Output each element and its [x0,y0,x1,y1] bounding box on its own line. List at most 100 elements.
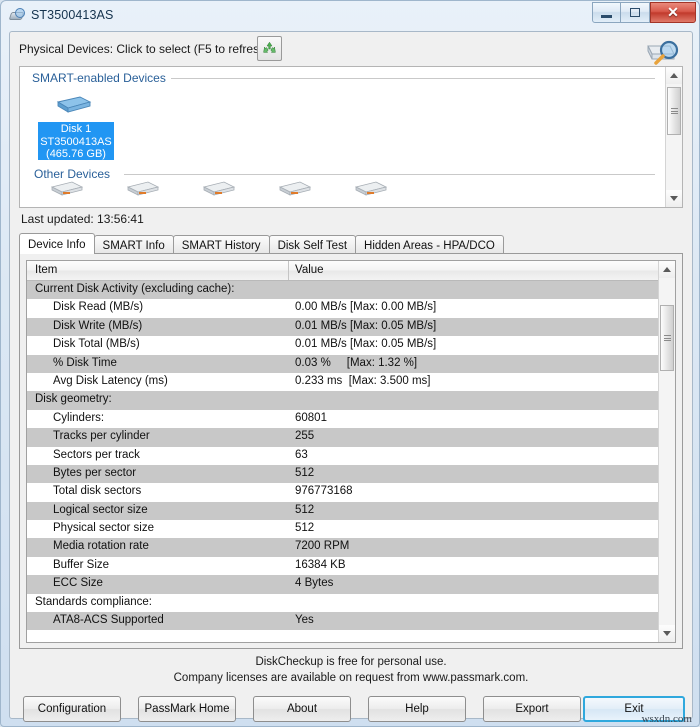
table-row[interactable]: Disk Write (MB/s) 0.01 MB/s [Max: 0.05 MB… [27,317,659,337]
cell-item: Media rotation rate [53,540,149,553]
minimize-button[interactable] [592,2,621,23]
triangle-down-icon [670,196,678,201]
cell-item: % Disk Time [53,356,117,369]
refresh-button[interactable] [257,36,282,61]
cell-item: Tracks per cylinder [53,430,150,443]
table-row[interactable]: Logical sector size 512 [27,501,659,521]
other-disk-icon[interactable] [202,179,236,197]
triangle-up-icon [663,267,671,272]
window-title: ST3500413AS [31,8,114,22]
cell-item: Logical sector size [53,503,148,516]
device-info-table[interactable]: Item Value Current Disk Activity (exclud… [26,260,676,643]
column-header-item[interactable]: Item [35,264,57,276]
table-row[interactable]: Sectors per track 63 [27,447,659,465]
cell-item: Current Disk Activity (excluding cache): [35,283,235,295]
table-row[interactable]: Cylinders: 60801 [27,410,659,428]
table-row[interactable]: Avg Disk Latency (ms) 0.233 ms [Max: 3.50… [27,373,659,391]
table-row[interactable]: Disk Total (MB/s) 0.01 MB/s [Max: 0.05 MB… [27,336,659,354]
other-disk-icon[interactable] [126,179,160,197]
cell-item: ATA8-ACS Supported [53,614,164,627]
cell-value: 255 [295,430,315,443]
table-row[interactable]: Media rotation rate 7200 RPM [27,538,659,557]
smart-disk-icon[interactable] [56,93,92,115]
cell-item: Disk Read (MB/s) [53,301,144,314]
table-section-row[interactable]: Disk geometry: [27,391,659,410]
maximize-button[interactable] [621,2,650,23]
cell-value: 7200 RPM [295,540,350,553]
passmark-home-button[interactable]: PassMark Home [138,696,236,722]
smart-devices-group-label: SMART-enabled Devices [32,71,171,85]
other-disk-icon[interactable] [278,179,312,197]
cell-value: 63 [295,448,308,461]
table-row[interactable]: Disk Read (MB/s) 0.00 MB/s [Max: 0.00 MB/… [27,299,659,317]
cell-item: Cylinders: [53,411,105,424]
table-row[interactable]: Physical sector size 512 [27,520,659,538]
tab-disk-self-test[interactable]: Disk Self Test [268,235,357,254]
physical-devices-label: Physical Devices: Click to select (F5 to… [19,42,270,56]
table-row[interactable]: Bytes per sector 512 [27,464,659,484]
table-row[interactable]: % Disk Time 0.03 % [Max: 1.32 %] [27,354,659,373]
device-panel-scrollbar[interactable] [665,67,682,207]
other-devices-list [50,179,650,203]
scroll-down-button[interactable] [659,625,675,642]
triangle-up-icon [670,73,678,78]
footer-line-1: DiskCheckup is free for personal use. [255,656,447,668]
footer-line-2: Company licenses are available on reques… [173,672,529,684]
scrollbar-thumb[interactable] [667,87,681,135]
table-row[interactable]: Tracks per cylinder 255 [27,428,659,447]
scrollbar-thumb[interactable] [660,305,674,371]
cell-value: 0.233 ms [Max: 3.500 ms] [295,374,431,387]
triangle-down-icon [663,631,671,636]
close-button[interactable]: ✕ [650,2,696,23]
maximize-icon [630,8,640,17]
cell-item: Standards compliance: [35,595,152,608]
toolbar: Physical Devices: Click to select (F5 to… [10,32,692,66]
cell-item: Total disk sectors [53,485,142,498]
export-button[interactable]: Export [483,696,581,722]
tab-hidden-areas[interactable]: Hidden Areas - HPA/DCO [355,235,504,254]
tab-smart-info[interactable]: SMART Info [93,235,174,254]
table-body: Current Disk Activity (excluding cache):… [27,281,659,631]
scroll-up-button[interactable] [666,67,682,84]
client-area: Physical Devices: Click to select (F5 to… [9,31,693,722]
table-row[interactable]: Buffer Size 16384 KB [27,557,659,575]
smart-group-rule [160,78,655,79]
device-panel[interactable]: SMART-enabled Devices Disk 1 ST3500413AS… [19,66,683,208]
table-row[interactable]: ATA8-ACS Supported Yes [27,612,659,631]
scroll-down-button[interactable] [666,190,682,207]
cell-value: 512 [295,503,315,516]
grip-icon [670,107,678,116]
footer-note: DiskCheckup is free for personal use. Co… [10,654,692,686]
disk-magnifier-logo-icon [647,40,679,65]
tab-page-device-info: Item Value Current Disk Activity (exclud… [19,253,683,649]
tab-smart-history[interactable]: SMART History [172,235,270,254]
configuration-button[interactable]: Configuration [23,696,121,722]
tab-device-info[interactable]: Device Info [19,233,95,254]
table-header-row: Item Value [27,261,675,281]
cell-value: 0.01 MB/s [Max: 0.05 MB/s] [295,319,437,332]
grip-icon [663,334,671,343]
column-header-value[interactable]: Value [295,264,324,276]
table-row[interactable]: ECC Size 4 Bytes [27,575,659,594]
scroll-up-button[interactable] [659,261,675,278]
application-window: ST3500413AS ✕ Physical Devices: Click to… [0,0,700,727]
cell-value: 4 Bytes [295,577,334,590]
other-disk-icon[interactable] [50,179,84,197]
cell-value: 512 [295,466,315,479]
cell-item: Buffer Size [53,558,110,571]
table-row[interactable]: Total disk sectors 976773168 [27,483,659,501]
other-disk-icon[interactable] [354,179,388,197]
table-section-row[interactable]: Current Disk Activity (excluding cache): [27,281,659,300]
recycle-refresh-icon [263,41,276,53]
cell-value: 976773168 [295,485,353,498]
help-button[interactable]: Help [368,696,466,722]
table-section-row[interactable]: Standards compliance: [27,594,659,612]
tab-bar: Device Info SMART Info SMART History Dis… [19,233,683,254]
last-updated-label: Last updated: 13:56:41 [21,212,144,226]
cell-value: 60801 [295,411,327,424]
about-button[interactable]: About [253,696,351,722]
column-divider[interactable] [288,261,289,280]
other-devices-group-label: Other Devices [34,167,116,181]
table-scrollbar[interactable] [658,261,675,642]
selected-disk-item[interactable]: Disk 1 ST3500413AS (465.76 GB) [38,122,114,160]
